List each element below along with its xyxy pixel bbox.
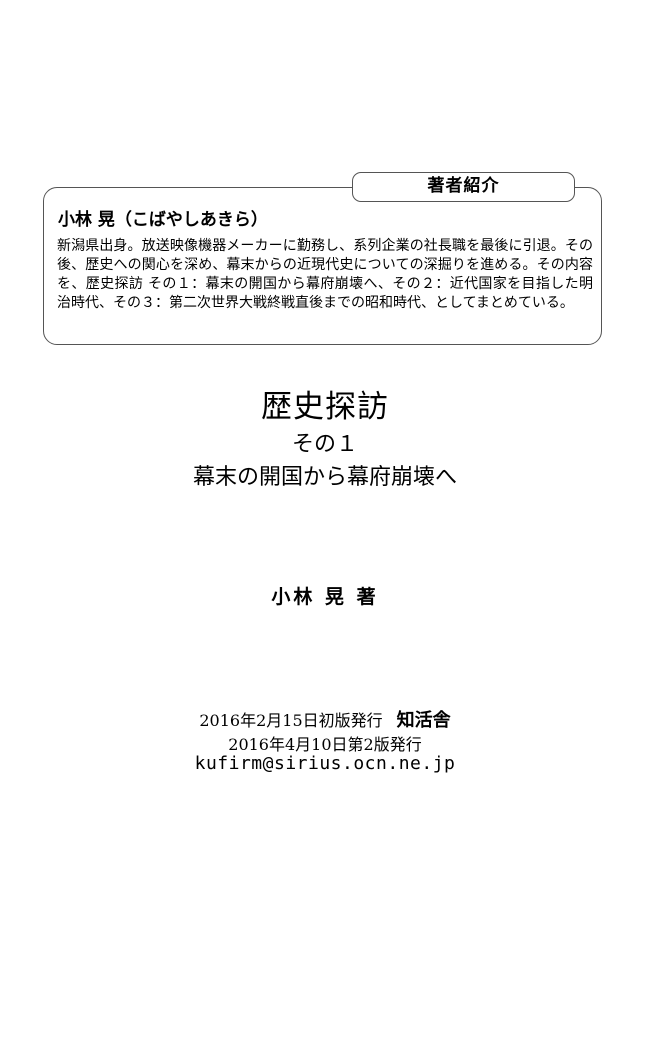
- author-bio: 新潟県出身。放送映像機器メーカーに勤務し、系列企業の社長職を最後に引退。その後、…: [57, 238, 593, 311]
- contact-email: kufirm@sirius.ocn.ne.jp: [194, 753, 456, 774]
- publisher-name: 知活舎: [396, 710, 451, 731]
- book-title: 歴史探訪: [261, 389, 389, 425]
- second-edition-date: 2016年4月10日第2版発行: [228, 735, 422, 754]
- first-edition-line: 2016年2月15日初版発行 知活舎: [0, 706, 650, 732]
- book-volume: その１: [291, 432, 358, 457]
- author-name: 小林 晃（こばやしあきら）: [58, 210, 268, 230]
- book-subtitle: 幕末の開国から幕府崩壊へ: [192, 465, 457, 490]
- first-edition-date: 2016年2月15日初版発行: [199, 711, 383, 730]
- author-credit: 小林 晃 著: [271, 586, 379, 608]
- author-profile-tab: 著者紹介: [352, 172, 575, 202]
